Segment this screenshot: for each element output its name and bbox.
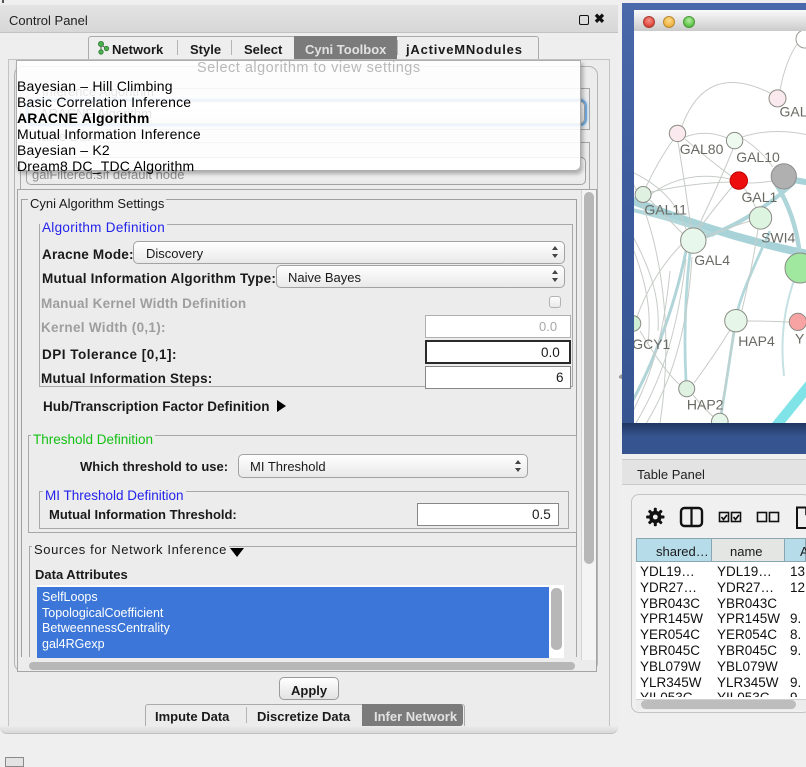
svg-text:GAL80: GAL80: [680, 141, 724, 157]
svg-text:GAL10: GAL10: [736, 149, 780, 165]
svg-text:GAL2: GAL2: [780, 104, 806, 120]
svg-text:GCY1: GCY1: [634, 336, 671, 352]
svg-text:GAL1: GAL1: [742, 189, 778, 205]
svg-text:GAL11: GAL11: [644, 201, 687, 217]
svg-text:HAP4: HAP4: [738, 333, 775, 349]
svg-text:SWI4: SWI4: [761, 230, 795, 246]
svg-text:Y: Y: [795, 331, 805, 347]
svg-text:HAP2: HAP2: [687, 396, 724, 412]
svg-text:GAL4: GAL4: [694, 252, 730, 268]
